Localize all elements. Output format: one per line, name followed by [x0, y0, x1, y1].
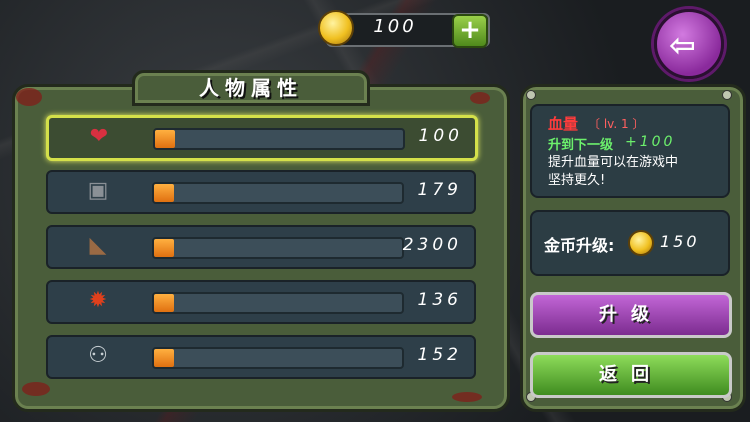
- attribute-value: 179: [417, 180, 462, 200]
- attribute-progress-bar: [152, 237, 404, 259]
- progress-fill: [154, 294, 174, 312]
- progress-fill: [155, 130, 175, 148]
- attribute-name: 血量: [548, 115, 579, 133]
- attribute-progress-bar: [152, 347, 404, 369]
- gold-coin-icon: [628, 230, 654, 256]
- next-level-value: +100: [625, 134, 676, 150]
- back-button[interactable]: ⇦: [654, 9, 724, 79]
- coin-balance: 100: [373, 16, 417, 37]
- attribute-level: 〔 lv. 1 〕: [588, 117, 645, 131]
- upgrade-cost-value: 150: [660, 232, 700, 251]
- progress-fill: [154, 239, 174, 257]
- return-button[interactable]: 返回: [530, 352, 732, 398]
- attribute-row-speed[interactable]: ◣ 2300: [46, 225, 476, 269]
- panel-title: 人物属性: [199, 76, 303, 100]
- armor-vest-icon: ▣: [87, 178, 109, 203]
- attribute-value: 136: [417, 290, 462, 310]
- attribute-row-damage[interactable]: ✹ 136: [46, 280, 476, 324]
- attribute-progress-bar: [153, 128, 405, 150]
- blood-splatter: [22, 382, 50, 396]
- next-level-label: 升到下一级: [548, 138, 614, 153]
- progress-fill: [154, 184, 174, 202]
- bolt-icon: [722, 90, 732, 100]
- blood-splatter: [470, 92, 490, 104]
- attribute-value: 100: [418, 126, 463, 146]
- explosion-icon: ✹: [88, 288, 108, 313]
- attribute-progress-bar: [152, 182, 404, 204]
- sunglasses-icon: ⚇: [88, 343, 108, 368]
- attribute-progress-bar: [152, 292, 404, 314]
- upgrade-button[interactable]: 升级: [530, 292, 732, 338]
- attribute-description: 提升血量可以在游戏中坚持更久!: [548, 155, 679, 188]
- gold-coin-icon: [318, 10, 354, 46]
- attribute-row-health[interactable]: ❤ 100: [46, 115, 478, 161]
- progress-fill: [154, 349, 174, 367]
- boot-icon: ◣: [89, 233, 107, 258]
- attribute-value: 152: [417, 345, 462, 365]
- upgrade-cost-label: 金币升级:: [544, 236, 615, 255]
- attribute-row-vision[interactable]: ⚇ 152: [46, 335, 476, 379]
- bolt-icon: [526, 90, 536, 100]
- heart-icon: ❤: [89, 124, 109, 149]
- blood-splatter: [16, 88, 42, 106]
- attribute-value: 2300: [402, 235, 462, 255]
- add-coins-button[interactable]: +: [452, 14, 488, 48]
- blood-splatter: [452, 392, 482, 402]
- attribute-row-armor[interactable]: ▣ 179: [46, 170, 476, 214]
- back-arrow-icon: ⇦: [669, 26, 696, 64]
